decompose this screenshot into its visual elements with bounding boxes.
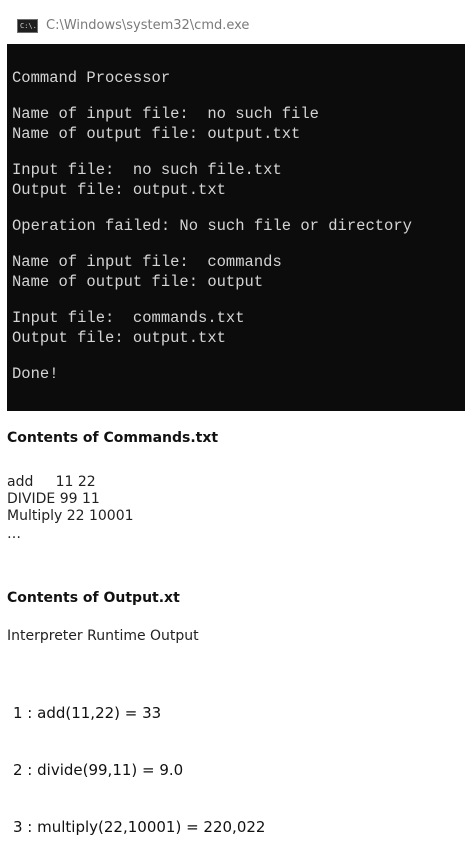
output-heading: Contents of Output.xt	[7, 590, 180, 606]
output-subtitle: Interpreter Runtime Output	[7, 628, 199, 644]
window-title: C:\Windows\system32\cmd.exe	[46, 18, 250, 33]
console-line: Done!	[12, 365, 59, 383]
commands-line: add 11 22	[7, 474, 96, 490]
console-line: Command Processor	[12, 69, 171, 87]
commands-line: DIVIDE 99 11	[7, 491, 100, 507]
commands-ellipsis: …	[7, 526, 21, 542]
console-output[interactable]: Command Processor Name of input file: no…	[7, 44, 465, 384]
console-line: Input file: no such file.txt	[12, 161, 282, 179]
console-line: Name of input file: no such file	[12, 105, 319, 123]
output-line: 3 : multiply(22,10001) = 220,022	[13, 818, 266, 836]
cmd-window: C:\. C:\Windows\system32\cmd.exe Command…	[7, 7, 465, 411]
cmd-app-icon[interactable]: C:\.	[17, 18, 38, 33]
console-line: Input file: commands.txt	[12, 309, 245, 327]
output-line: 1 : add(11,22) = 33	[13, 704, 162, 722]
console-line: Output file: output.txt	[12, 181, 226, 199]
console-line: Name of output file: output.txt	[12, 125, 301, 143]
commands-line: Multiply 22 10001	[7, 508, 134, 524]
console-line: Name of output file: output	[12, 273, 264, 291]
console-line: Output file: output.txt	[12, 329, 226, 347]
output-list: 1 : add(11,22) = 33 2 : divide(99,11) = …	[13, 666, 265, 856]
console-line: Operation failed: No such file or direct…	[12, 217, 412, 235]
console-line: Name of input file: commands	[12, 253, 282, 271]
window-titlebar[interactable]: C:\. C:\Windows\system32\cmd.exe	[7, 7, 465, 44]
commands-heading: Contents of Commands.txt	[7, 430, 219, 446]
output-line: 2 : divide(99,11) = 9.0	[13, 761, 184, 779]
